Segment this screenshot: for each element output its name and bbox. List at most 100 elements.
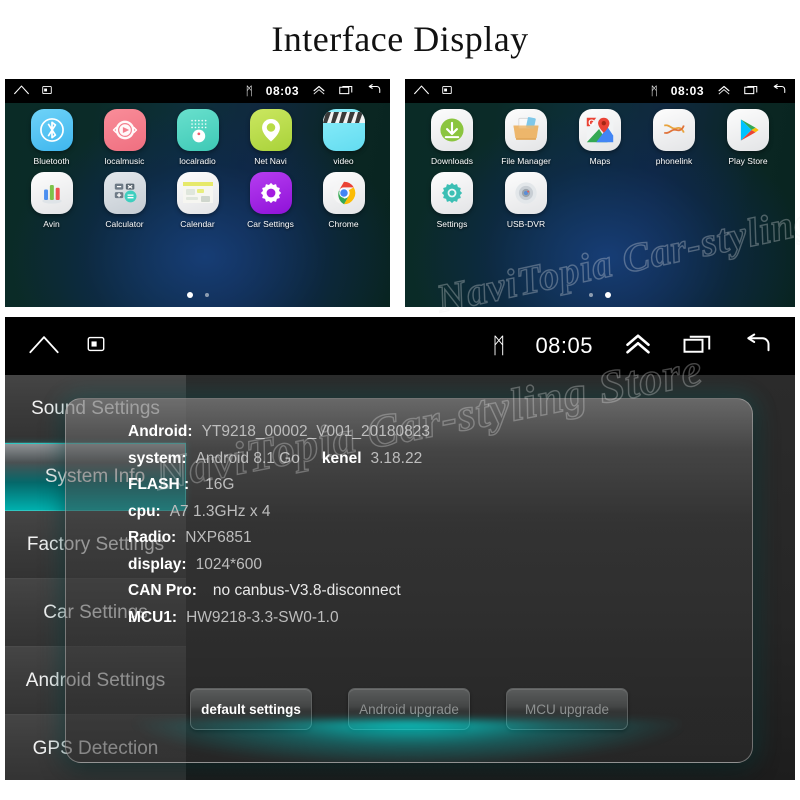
status-time: 08:03: [670, 84, 704, 98]
app-label: Calendar: [180, 219, 215, 229]
app-calculator[interactable]: Calculator: [88, 172, 161, 229]
info-row-cpu: cpu: A7 1.3GHz x 4: [128, 499, 738, 526]
button-label: default settings: [201, 701, 301, 717]
system-info-screen: ᛗ 08:05 Sound Settings System In: [5, 317, 795, 780]
info-key-kernel: kenel: [321, 449, 362, 467]
app-usb-dvr[interactable]: USB-DVR: [489, 172, 563, 229]
interface-display-page: Interface Display ᛗ 08:03 Bluetooth loca…: [0, 0, 800, 800]
page-dot[interactable]: [589, 293, 593, 297]
home-icon[interactable]: [27, 333, 61, 360]
localmusic-app-icon: [103, 109, 146, 151]
info-key: FLASH :: [128, 476, 190, 493]
status-bar: ᛗ 08:03: [5, 79, 390, 103]
status-bar: ᛗ 08:05: [5, 317, 795, 375]
page-dot[interactable]: [605, 292, 611, 298]
app-label: Downloads: [430, 156, 474, 166]
maps-app-icon: G: [579, 109, 621, 151]
app-video[interactable]: video: [307, 109, 380, 166]
back-icon[interactable]: [743, 333, 773, 359]
chevron-up-icon[interactable]: [312, 82, 326, 100]
app-label: Maps: [589, 156, 611, 166]
screenshot-icon[interactable]: [42, 82, 52, 100]
bluetooth-app-icon: [30, 109, 73, 151]
localradio-app-icon: [176, 109, 219, 151]
app-avin[interactable]: Avin: [15, 172, 88, 229]
recents-icon[interactable]: [683, 333, 713, 359]
page-dot[interactable]: [186, 292, 193, 298]
status-time: 08:03: [265, 84, 299, 98]
settings-app-icon: [431, 172, 473, 214]
page-dot[interactable]: [204, 293, 209, 297]
mcu-upgrade-button[interactable]: MCU upgrade: [506, 688, 628, 730]
app-label: video: [333, 156, 354, 166]
status-time: 08:05: [535, 333, 593, 358]
calendar-app-icon: [176, 172, 219, 214]
file-manager-app-icon: [505, 109, 547, 151]
chevron-up-icon[interactable]: [717, 82, 731, 100]
app-play-store[interactable]: Play Store: [711, 109, 785, 166]
info-value: Android 8.1 Go: [195, 449, 300, 467]
info-key: Android:: [128, 423, 193, 440]
screenshot-icon[interactable]: [442, 82, 452, 100]
app-calendar[interactable]: Calendar: [161, 172, 234, 229]
page-indicator[interactable]: [405, 292, 795, 298]
app-label: localradio: [179, 156, 216, 166]
info-row-display: display: 1024*600: [128, 552, 738, 579]
app-localmusic[interactable]: localmusic: [88, 109, 161, 166]
app-phonelink[interactable]: phonelink: [637, 109, 711, 166]
default-settings-button[interactable]: default settings: [190, 688, 312, 730]
app-maps[interactable]: G Maps: [563, 109, 637, 166]
status-bar: ᛗ 08:03: [405, 79, 795, 103]
info-row-can-pro: CAN Pro: no canbus-V3.8-disconnect: [128, 578, 738, 605]
info-row-system: system: Android 8.1 Go kenel 3.18.22: [128, 446, 738, 473]
recents-icon[interactable]: [744, 82, 759, 100]
phonelink-app-icon: [653, 109, 695, 151]
info-value-kernel: 3.18.22: [370, 449, 423, 467]
app-label: Settings: [436, 219, 468, 229]
back-icon[interactable]: [772, 82, 787, 100]
home-screen-page-2: ᛗ 08:03 Downloads File Manager G Maps ph…: [405, 79, 795, 307]
bluetooth-icon: ᛗ: [245, 84, 253, 98]
recents-icon[interactable]: [339, 82, 354, 100]
app-label: USB-DVR: [506, 219, 546, 229]
home-icon[interactable]: [413, 82, 430, 100]
screenshot-icon[interactable]: [87, 335, 105, 358]
info-value: 16G: [205, 476, 235, 493]
app-file-manager[interactable]: File Manager: [489, 109, 563, 166]
play-store-app-icon: [727, 109, 769, 151]
info-key: display:: [128, 555, 187, 573]
info-value: HW9218-3.3-SW0-1.0: [186, 608, 339, 626]
home-icon[interactable]: [13, 82, 30, 100]
chevron-up-icon[interactable]: [623, 333, 653, 360]
app-label: Car Settings: [247, 219, 294, 229]
app-downloads[interactable]: Downloads: [415, 109, 489, 166]
back-icon[interactable]: [367, 82, 382, 100]
app-label: Avin: [43, 219, 60, 229]
action-button-row: default settings Android upgrade MCU upg…: [66, 688, 752, 730]
app-net-navi[interactable]: Net Navi: [234, 109, 307, 166]
car-settings-app-icon: [249, 172, 292, 214]
app-localradio[interactable]: localradio: [161, 109, 234, 166]
button-label: MCU upgrade: [524, 701, 610, 717]
home-screen-page-1: ᛗ 08:03 Bluetooth localmusic localradio …: [5, 79, 390, 307]
app-chrome[interactable]: Chrome: [307, 172, 380, 229]
app-label: Bluetooth: [33, 156, 70, 166]
app-label: File Manager: [501, 156, 551, 166]
app-car-settings[interactable]: Car Settings: [234, 172, 307, 229]
app-bluetooth[interactable]: Bluetooth: [15, 109, 88, 166]
bluetooth-icon: ᛗ: [650, 84, 658, 98]
app-settings[interactable]: Settings: [415, 172, 489, 229]
downloads-app-icon: [431, 109, 473, 151]
video-app-icon: [322, 109, 365, 151]
info-value: YT9218_00002_V001_20180823: [201, 423, 430, 440]
page-indicator[interactable]: [5, 292, 390, 298]
svg-text:G: G: [588, 117, 595, 127]
app-label: Net Navi: [254, 156, 287, 166]
page-title: Interface Display: [271, 19, 529, 59]
system-info-list: Android: YT9218_00002_V001_20180823 syst…: [128, 419, 738, 631]
button-label: Android upgrade: [359, 701, 459, 717]
android-upgrade-button[interactable]: Android upgrade: [348, 688, 470, 730]
calculator-app-icon: [103, 172, 146, 214]
info-row-flash: FLASH : 16G: [128, 472, 738, 499]
info-key: cpu:: [128, 502, 161, 520]
